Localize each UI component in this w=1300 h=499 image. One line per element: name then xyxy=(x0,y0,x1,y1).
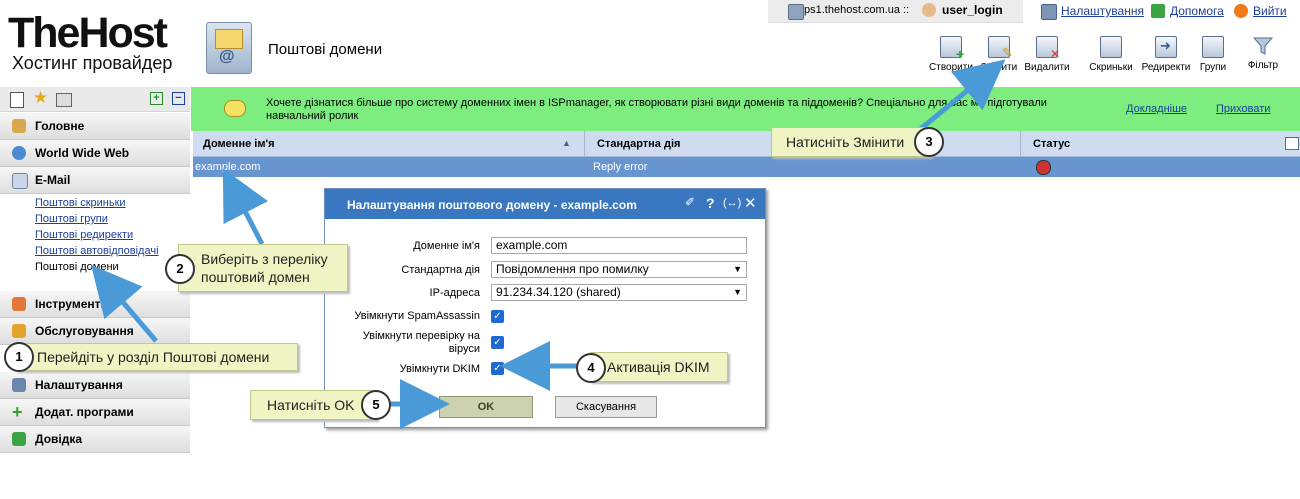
callout-1-badge: 1 xyxy=(4,342,34,372)
callout-2-badge: 2 xyxy=(165,254,195,284)
callout-3-badge: 3 xyxy=(914,127,944,157)
arrow-1 xyxy=(91,264,158,343)
callout-4-badge: 4 xyxy=(576,353,606,383)
callout-2: Виберіть з переліку поштовий домен xyxy=(178,244,348,292)
callout-2-text: Виберіть з переліку поштовий домен xyxy=(201,251,328,285)
callout-3: Натисніть Змінити xyxy=(771,127,931,157)
callout-4-text: Активація DKIM xyxy=(607,359,710,375)
callout-5: Натисніть OK xyxy=(250,390,377,420)
callout-5-badge: 5 xyxy=(361,390,391,420)
callout-5-text: Натисніть OK xyxy=(267,397,355,413)
callout-4: Активація DKIM xyxy=(590,352,728,382)
callout-1-text: Перейдіть у розділ Поштові домени xyxy=(37,349,270,365)
callout-1: Перейдіть у розділ Поштові домени xyxy=(16,343,298,371)
callout-3-text: Натисніть Змінити xyxy=(786,134,905,150)
arrow-3 xyxy=(916,59,1006,133)
arrow-2 xyxy=(222,168,268,246)
